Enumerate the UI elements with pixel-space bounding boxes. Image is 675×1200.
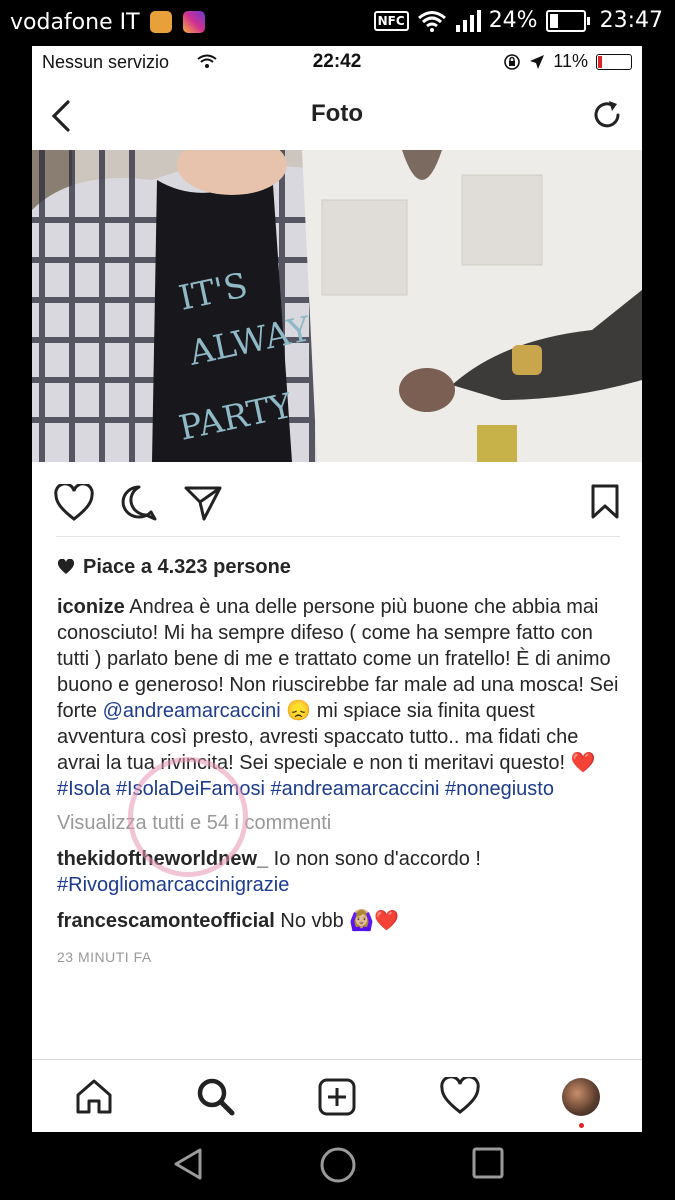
inner-status-bar: Nessun servizio 22:42 11%: [32, 46, 642, 80]
caption-mention[interactable]: @andreamarcaccini: [103, 700, 281, 722]
comment-bubble-icon[interactable]: [120, 484, 158, 522]
hashtag-link[interactable]: #andreamarcaccini: [270, 778, 439, 800]
share-send-icon[interactable]: [184, 484, 222, 522]
refresh-icon[interactable]: [590, 98, 624, 132]
comment-hashtag-link[interactable]: #Rivogliomarcaccinigrazie: [57, 874, 289, 896]
comment-item: francescamonteofficial No vbb 🙆🏼‍♀️❤️: [57, 908, 627, 934]
inner-battery-icon: [596, 53, 632, 70]
nfc-icon: NFC: [373, 10, 409, 31]
nav-back-icon[interactable]: [170, 1146, 206, 1182]
post-actions: [32, 462, 642, 542]
caption-username[interactable]: iconize: [57, 596, 125, 618]
battery-percent: 24%: [488, 8, 538, 33]
photo-illustration: IT'S ALWAYS PARTY: [32, 150, 642, 462]
new-post-icon[interactable]: [317, 1077, 357, 1117]
bookmark-icon[interactable]: [590, 484, 620, 520]
battery-icon: [545, 9, 590, 32]
rotation-lock-icon: [504, 53, 521, 70]
instagram-notification-icon: [183, 11, 205, 33]
small-heart-icon: [57, 559, 75, 574]
view-all-comments-link[interactable]: Visualizza tutti e 54 i commenti: [57, 810, 627, 836]
nav-recents-icon[interactable]: [471, 1146, 505, 1180]
inner-battery-percent: 11%: [553, 51, 588, 71]
comment-username[interactable]: francescamonteofficial: [57, 910, 275, 932]
comment-text: Io non sono d'accordo !: [268, 848, 481, 870]
caption-heart-emoji: ❤️: [570, 752, 596, 774]
instagram-screen: Nessun servizio 22:42 11% Foto IT'S ALWA…: [32, 46, 642, 1132]
outer-status-bar: vodafone IT NFC 24% 23:47: [0, 0, 675, 46]
notification-app-icon: [150, 11, 172, 33]
caption-emoji: 😞: [286, 700, 312, 722]
post-photo[interactable]: IT'S ALWAYS PARTY: [32, 150, 642, 462]
top-navigation-bar: Foto: [32, 80, 642, 151]
hashtag-link[interactable]: #Isola: [57, 778, 110, 800]
home-icon[interactable]: [74, 1077, 114, 1115]
profile-notification-dot: [579, 1123, 584, 1128]
comment-username[interactable]: thekidoftheworldnew_: [57, 848, 268, 870]
wifi-icon: [417, 10, 446, 32]
like-heart-icon[interactable]: [54, 484, 94, 522]
post-content: Piace a 4.323 persone iconize Andrea è u…: [57, 546, 627, 970]
inner-battery-level: [598, 55, 602, 68]
bottom-tab-bar: [32, 1059, 642, 1132]
search-icon[interactable]: [196, 1077, 236, 1117]
battery-level: [549, 13, 559, 28]
nav-home-icon[interactable]: [319, 1146, 357, 1184]
clock: 23:47: [599, 8, 663, 33]
hashtag-link[interactable]: #IsolaDeiFamosi: [116, 778, 265, 800]
hashtag-link[interactable]: #nonegiusto: [445, 778, 554, 800]
activity-heart-icon[interactable]: [440, 1077, 480, 1115]
post-timestamp: 23 MINUTI FA: [57, 949, 152, 965]
likes-label: Piace a 4.323 persone: [83, 556, 291, 578]
comment-text: No vbb 🙆🏼‍♀️❤️: [274, 910, 400, 932]
likes-count[interactable]: Piace a 4.323 persone: [57, 554, 627, 580]
post-caption: iconize Andrea è una delle persone più b…: [57, 594, 627, 802]
carrier-label: vodafone IT: [10, 10, 140, 35]
comment-item: thekidoftheworldnew_ Io non sono d'accor…: [57, 846, 627, 898]
actions-divider: [56, 536, 620, 537]
profile-avatar[interactable]: [562, 1078, 600, 1116]
page-title: Foto: [311, 100, 363, 127]
location-arrow-icon: [530, 54, 545, 69]
signal-icon: [455, 9, 481, 32]
android-navigation-bar: [0, 1132, 675, 1200]
